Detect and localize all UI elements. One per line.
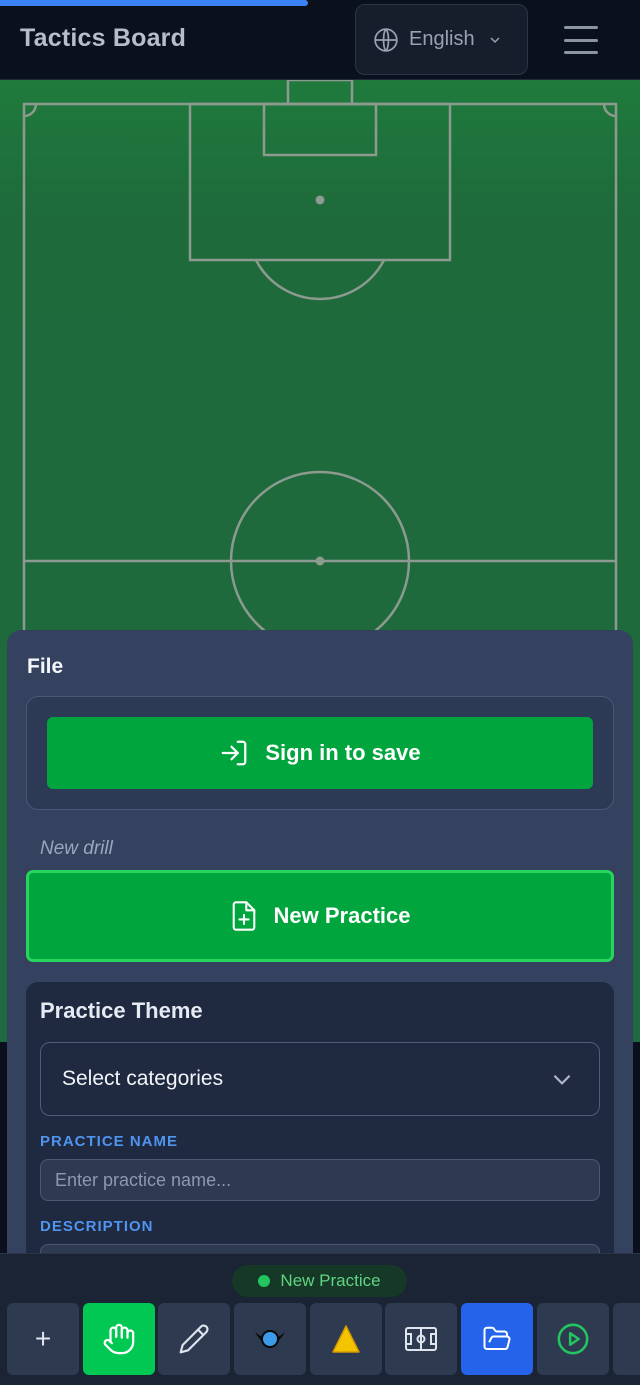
app-title: Tactics Board [20, 24, 187, 52]
sign-in-label: Sign in to save [265, 740, 421, 765]
field-tool-button[interactable] [385, 1303, 458, 1375]
sign-in-icon [219, 738, 249, 768]
globe-icon [374, 27, 398, 52]
tactics-board-page: Tactics Board English File Sign in to sa… [0, 0, 640, 1385]
more-tool-button[interactable]: ‹ [612, 1303, 640, 1375]
drill-status-text: New drill [40, 838, 113, 859]
loading-progress-bar [0, 0, 308, 6]
new-practice-label: New Practice [273, 903, 411, 928]
draw-tool-button[interactable] [158, 1303, 231, 1375]
tool-buttons: + [7, 1303, 640, 1375]
language-selector[interactable]: English [355, 4, 528, 75]
play-icon [557, 1323, 589, 1355]
folder-icon [483, 1326, 511, 1351]
category-select[interactable]: Select categories [40, 1042, 600, 1116]
player-tool-button[interactable] [234, 1303, 307, 1375]
status-dot [258, 1275, 271, 1287]
file-plus-icon [230, 900, 258, 932]
chevron-down-icon [487, 32, 503, 48]
corner-arc-left [23, 103, 38, 118]
hamburger-menu-icon[interactable] [562, 22, 600, 58]
bottom-toolbar: New Practice + [0, 1253, 640, 1385]
penalty-spot [315, 195, 325, 205]
practice-name-input[interactable] [40, 1159, 600, 1201]
hand-tool-button[interactable] [82, 1303, 155, 1375]
practice-name-label: PRACTICE NAME [40, 1133, 179, 1150]
chevron-down-icon [553, 1074, 571, 1085]
file-panel-title: File [27, 655, 64, 678]
sign-in-container: Sign in to save [26, 696, 614, 810]
pencil-icon [179, 1324, 209, 1354]
plus-icon: + [34, 1323, 52, 1354]
files-tool-button[interactable] [461, 1303, 534, 1375]
file-panel: File Sign in to save New drill New Pract… [7, 630, 633, 1342]
center-spot [315, 556, 325, 566]
category-select-value: Select categories [62, 1067, 224, 1090]
player-icon [255, 1330, 286, 1348]
field-icon [405, 1327, 438, 1351]
practice-theme-title: Practice Theme [40, 998, 203, 1023]
penalty-area [188, 102, 452, 262]
cone-icon [332, 1325, 360, 1353]
status-badge: New Practice [232, 1265, 407, 1297]
corner-arc-right [602, 103, 617, 118]
cone-tool-button[interactable] [309, 1303, 382, 1375]
add-tool-button[interactable]: + [7, 1303, 79, 1375]
language-label: English [409, 28, 475, 50]
description-label: DESCRIPTION [40, 1218, 154, 1235]
penalty-arc [254, 259, 386, 301]
goal-area [262, 102, 378, 157]
hand-icon [103, 1323, 134, 1355]
goal [286, 80, 354, 106]
sign-in-button[interactable]: Sign in to save [47, 717, 593, 789]
animation-tool-button[interactable] [536, 1303, 609, 1375]
status-label: New Practice [280, 1271, 381, 1290]
top-bar: Tactics Board English [0, 0, 640, 80]
new-practice-button[interactable]: New Practice [26, 870, 614, 962]
